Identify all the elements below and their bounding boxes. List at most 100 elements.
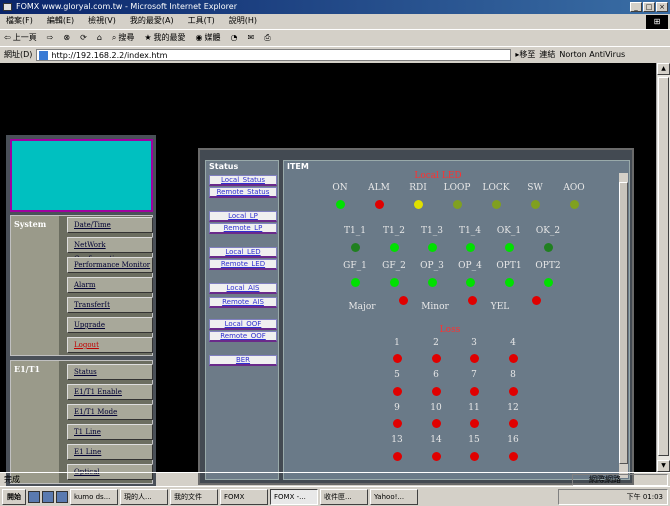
internet-zone: 網際網路: [572, 474, 668, 486]
task-1[interactable]: kumo ds...: [70, 488, 118, 505]
nav-alarm[interactable]: Alarm: [67, 277, 153, 293]
address-input[interactable]: http://192.168.2.2/index.htm: [36, 48, 512, 61]
page-scroll-thumb[interactable]: [658, 77, 669, 456]
led-t1-3: [428, 243, 437, 252]
system-label: System: [11, 216, 59, 355]
led-loop: [453, 200, 462, 209]
local-led-button[interactable]: Local_LED: [209, 247, 277, 258]
led-on: [336, 200, 345, 209]
history-button[interactable]: ◔: [231, 30, 238, 45]
clock[interactable]: 下午 01:03: [627, 493, 663, 501]
loss-led-11: [470, 419, 479, 428]
led-gf-2: [390, 278, 399, 287]
remote-oof-button[interactable]: Remote_OOF: [209, 331, 277, 342]
task-6[interactable]: 收件匣...: [320, 488, 368, 505]
local-status-button[interactable]: Local_Status: [209, 175, 277, 186]
page-scrollbar[interactable]: ▲ ▼: [656, 63, 670, 472]
task-7[interactable]: Yahoo!...: [370, 488, 418, 505]
page-viewport: System Date/Time NetWork Configuration P…: [0, 63, 656, 487]
local-ais-button[interactable]: Local_AIS: [209, 283, 277, 294]
menu-tools[interactable]: 工具(T): [188, 14, 215, 28]
refresh-button[interactable]: ⟳: [80, 30, 87, 45]
remote-ais-button[interactable]: Remote_AIS: [209, 297, 277, 308]
loss-led-6: [432, 387, 441, 396]
menu-favorites[interactable]: 我的最愛(A): [130, 14, 174, 28]
close-button[interactable]: ×: [656, 2, 668, 12]
norton-label[interactable]: Norton AntiVirus: [559, 50, 625, 59]
loss-led-13: [393, 452, 402, 461]
nav-e1-line[interactable]: E1 Line: [67, 444, 153, 460]
quicklaunch-desktop-icon[interactable]: [42, 490, 54, 503]
window-titlebar: FOMX www.gloryal.com.tw - Microsoft Inte…: [0, 0, 670, 14]
led-yel: [532, 296, 541, 305]
menu-help[interactable]: 說明(H): [229, 14, 257, 28]
remote-status-button[interactable]: Remote_Status: [209, 187, 277, 198]
print-icon: ⎙: [264, 32, 271, 42]
left-menu-panel: System Date/Time NetWork Configuration P…: [6, 135, 156, 487]
nav-network-configuration[interactable]: NetWork Configuration: [67, 237, 153, 263]
stop-button[interactable]: ⊗: [63, 30, 70, 45]
loss-label-10: 10: [430, 403, 442, 413]
menu-edit[interactable]: 編輯(E): [47, 14, 74, 28]
mail-button[interactable]: ✉: [248, 30, 255, 45]
back-button[interactable]: ⇦ 上一頁: [4, 30, 37, 45]
scroll-down-arrow-icon[interactable]: ▼: [657, 460, 670, 472]
media-button[interactable]: ◉ 媒體: [196, 30, 221, 45]
nav-t1-line[interactable]: T1 Line: [67, 424, 153, 440]
loss-label-7: 7: [471, 370, 477, 380]
task-2[interactable]: 現的人...: [120, 488, 168, 505]
led-label-ok-1: OK_1: [496, 226, 522, 236]
local-oof-button[interactable]: Local_OOF: [209, 319, 277, 330]
minimize-button[interactable]: _: [630, 2, 642, 12]
item-scroll-thumb[interactable]: [619, 182, 628, 464]
menu-bar: 檔案(F) 編輯(E) 檢視(V) 我的最愛(A) 工具(T) 說明(H): [0, 14, 670, 28]
quicklaunch-outlook-icon[interactable]: [56, 490, 68, 503]
led-opt2: [544, 278, 553, 287]
menu-view[interactable]: 檢視(V): [88, 14, 116, 28]
back-arrow-icon: ⇦: [4, 32, 11, 42]
remote-led-button[interactable]: Remote_LED: [209, 259, 277, 270]
led-label-gf-2: GF_2: [382, 261, 406, 271]
nav-performance-monitor[interactable]: Performance Monitor: [67, 257, 153, 273]
loss-label-9: 9: [394, 403, 400, 413]
led-rdi: [414, 200, 423, 209]
maximize-button[interactable]: □: [643, 2, 655, 12]
home-button[interactable]: ⌂: [97, 30, 102, 45]
forward-button[interactable]: ⇨: [47, 30, 54, 45]
ber-button[interactable]: BER: [209, 355, 277, 366]
led-label-t1-1: T1_1: [344, 226, 366, 236]
loss-led-1: [393, 354, 402, 363]
go-button[interactable]: ▸移至: [515, 49, 535, 60]
status-header: Status: [209, 162, 239, 171]
menu-file[interactable]: 檔案(F): [6, 14, 33, 28]
favorites-button[interactable]: ★ 我的最愛: [144, 30, 185, 45]
nav-upgrade[interactable]: Upgrade: [67, 317, 153, 333]
led-label-rdi: RDI: [409, 183, 427, 193]
links-label[interactable]: 連結: [539, 49, 555, 60]
task-3[interactable]: 我的文件: [170, 488, 218, 505]
quicklaunch-ie-icon[interactable]: [28, 490, 40, 503]
nav-date-time[interactable]: Date/Time: [67, 217, 153, 233]
nav-status[interactable]: Status: [67, 364, 153, 380]
task-4[interactable]: FOMX: [220, 488, 268, 505]
favorites-icon: ★: [144, 32, 152, 42]
remote-lp-button[interactable]: Remote_LP: [209, 223, 277, 234]
history-icon: ◔: [230, 32, 238, 42]
item-scrollbar[interactable]: [619, 173, 628, 478]
nav-e1t1-enable[interactable]: E1/T1 Enable: [67, 384, 153, 400]
search-button[interactable]: ⌕ 搜尋: [112, 30, 134, 45]
nav-logout[interactable]: Logout: [67, 337, 153, 353]
led-label-sw: SW: [527, 183, 543, 193]
nav-e1t1-mode[interactable]: E1/T1 Mode: [67, 404, 153, 420]
led-label-t1-2: T1_2: [383, 226, 405, 236]
led-label-ok-2: OK_2: [535, 226, 561, 236]
loss-label-3: 3: [471, 338, 477, 348]
led-label-t1-3: T1_3: [421, 226, 443, 236]
print-button[interactable]: ⎙: [264, 30, 270, 45]
start-button[interactable]: 開始: [2, 488, 26, 505]
led-t1-1: [351, 243, 360, 252]
nav-transferit[interactable]: TransferIt: [67, 297, 153, 313]
local-lp-button[interactable]: Local_LP: [209, 211, 277, 222]
scroll-up-arrow-icon[interactable]: ▲: [657, 63, 670, 75]
task-5-active[interactable]: FOMX -...: [270, 488, 318, 505]
